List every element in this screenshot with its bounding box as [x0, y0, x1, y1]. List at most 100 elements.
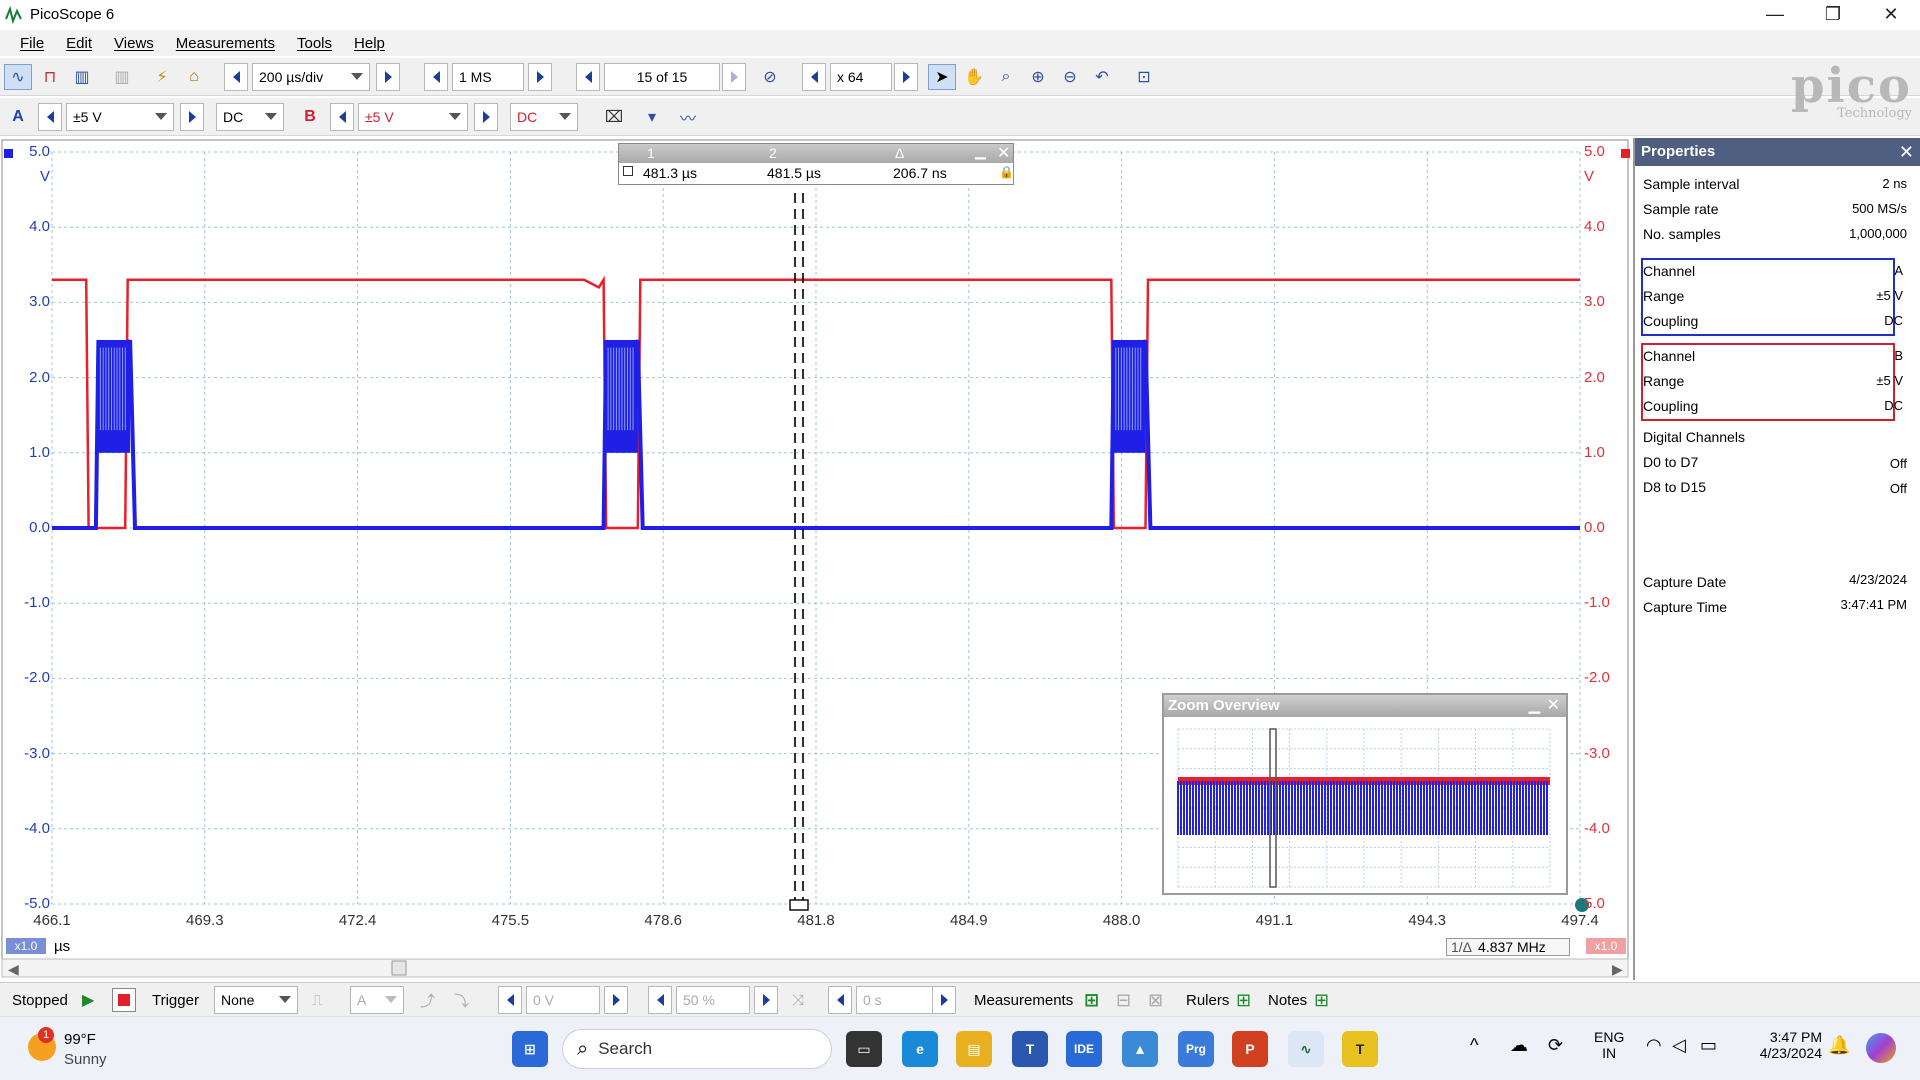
menu-views[interactable]: Views	[114, 35, 154, 52]
rising-edge-icon[interactable]: ⤴	[420, 983, 435, 1017]
trigger-mode-select[interactable]: None	[214, 986, 298, 1014]
clock[interactable]: 3:47 PM 4/23/2024	[1742, 1029, 1822, 1061]
edit-measurement-icon[interactable]: ⊟	[1116, 983, 1131, 1017]
restore-button[interactable]: ❐	[1804, 0, 1862, 29]
horizontal-scrollbar[interactable]	[1, 958, 1629, 978]
trigger-edge-icon[interactable]: ⎍	[312, 983, 323, 1017]
channel-a-coupling-select[interactable]: DC	[216, 103, 284, 131]
channel-b-range-increase[interactable]	[474, 103, 498, 131]
channel-a-range-select[interactable]: ±5 V	[66, 103, 174, 131]
start-icon[interactable]: ▶	[82, 983, 94, 1017]
undo-zoom-icon[interactable]: ↶	[1088, 64, 1116, 90]
notification-bell-icon[interactable]: 🔔	[1828, 1035, 1850, 1056]
delete-measurement-icon[interactable]: ⊠	[1148, 983, 1163, 1017]
powerpoint-icon[interactable]: P	[1232, 1031, 1268, 1067]
start-menu-icon[interactable]: ⊞	[512, 1031, 548, 1067]
wifi-icon[interactable]: ◠	[1646, 1035, 1662, 1056]
delay-field[interactable]: 0 s	[856, 986, 940, 1014]
zoom-fit-icon[interactable]: ⊡	[1130, 64, 1158, 90]
scope-mode-icon[interactable]: ∿	[4, 64, 32, 90]
trigger-level-field[interactable]: 0 V	[526, 986, 600, 1014]
stop-icon[interactable]	[112, 988, 136, 1012]
zoom-out-icon[interactable]: ⊖	[1056, 64, 1084, 90]
zoom-decrease-button[interactable]	[802, 63, 826, 91]
cloud-icon[interactable]: ☁	[1510, 1035, 1528, 1056]
right-scale-badge[interactable]: x1.0	[1586, 938, 1626, 954]
channel-b-range-decrease[interactable]	[330, 103, 354, 131]
delay-increase[interactable]	[932, 986, 956, 1014]
menu-edit[interactable]: Edit	[66, 35, 92, 52]
taskbar-search[interactable]: ⌕ Search	[562, 1029, 832, 1069]
samples-increase-button[interactable]	[528, 63, 552, 91]
language-indicator[interactable]: ENG IN	[1594, 1029, 1624, 1061]
photos-icon[interactable]: ▲	[1122, 1031, 1158, 1067]
buffer-navigator[interactable]: 15 of 15	[604, 63, 720, 91]
pretrigger-decrease[interactable]	[648, 986, 672, 1014]
menu-measurements[interactable]: Measurements	[176, 35, 275, 52]
ruler-legend-minimize-icon[interactable]: ▁	[975, 143, 986, 160]
pretrigger-increase[interactable]	[754, 986, 778, 1014]
ruler-handle[interactable]	[789, 899, 809, 911]
properties-close-icon[interactable]: ✕	[1899, 138, 1914, 166]
timebase-select[interactable]: 200 µs/div	[252, 63, 370, 91]
scroll-right-arrow-icon[interactable]: ▶	[1612, 961, 1623, 977]
zoom-overview-thumbnail[interactable]	[1164, 717, 1566, 893]
math-channel-icon[interactable]: ⌧	[594, 104, 634, 130]
scroll-left-arrow-icon[interactable]: ◀	[8, 961, 19, 977]
picoscope-taskbar-icon[interactable]: ∿	[1288, 1031, 1324, 1067]
edge-browser-icon[interactable]: e	[902, 1031, 938, 1067]
trigger-delay-icon[interactable]: ⤨	[792, 983, 804, 1017]
channel-b-coupling-select[interactable]: DC	[510, 103, 578, 131]
zoom-overview-close-icon[interactable]: ✕	[1547, 695, 1560, 717]
home-icon[interactable]: ⌂	[180, 64, 208, 90]
prg-app-icon[interactable]: Prg	[1178, 1031, 1214, 1067]
probe-icon[interactable]: ⚡	[148, 64, 176, 90]
serial-decode-icon[interactable]: ▥	[108, 64, 136, 90]
menu-help[interactable]: Help	[354, 35, 385, 52]
buffer-prev-button[interactable]	[576, 63, 600, 91]
channel-a-range-increase[interactable]	[180, 103, 204, 131]
falling-edge-icon[interactable]: ⤵	[454, 983, 469, 1017]
pretrigger-field[interactable]: 50 %	[676, 986, 750, 1014]
signal-generator-icon[interactable]: 〰	[674, 104, 702, 130]
buffer-overview-icon[interactable]: ⊘	[756, 64, 784, 90]
ruler-legend-close-icon[interactable]: ✕	[997, 143, 1010, 163]
trigger-level-increase[interactable]	[604, 986, 628, 1014]
close-window-button[interactable]: ✕	[1862, 0, 1920, 29]
x-scale-badge[interactable]: x1.0	[6, 938, 46, 954]
notes-icon[interactable]: ⊞	[1314, 983, 1329, 1017]
tray-expand-icon[interactable]: ^	[1470, 1035, 1478, 1056]
minimize-button[interactable]: —	[1746, 0, 1804, 29]
hand-tool-icon[interactable]: ✋	[960, 64, 988, 90]
zoom-increase-button[interactable]	[894, 63, 918, 91]
teams-icon[interactable]: T	[1012, 1031, 1048, 1067]
zoom-factor[interactable]: x 64	[830, 63, 892, 91]
text-app-icon[interactable]: T	[1342, 1031, 1378, 1067]
zoom-region-icon[interactable]: ⌕	[992, 64, 1020, 90]
zoom-overview-minimize-icon[interactable]: ▁	[1528, 695, 1540, 717]
persistence-mode-icon[interactable]: ⊓	[36, 64, 64, 90]
zoom-in-icon[interactable]: ⊕	[1024, 64, 1052, 90]
channel-b-options-button[interactable]: B	[296, 104, 324, 130]
ruler-lock-icon[interactable]: 🔒	[999, 165, 1014, 179]
delay-decrease[interactable]	[828, 986, 852, 1014]
channel-a-range-decrease[interactable]	[38, 103, 62, 131]
channel-a-options-button[interactable]: A	[4, 104, 32, 130]
scroll-thumb[interactable]	[391, 960, 407, 976]
ruler-row-checkbox[interactable]	[623, 166, 633, 176]
volume-icon[interactable]: ◁	[1672, 1035, 1686, 1056]
battery-icon[interactable]: ▭	[1700, 1035, 1717, 1056]
spectrum-mode-icon[interactable]: ▥	[68, 64, 96, 90]
buffer-next-button[interactable]	[722, 63, 746, 91]
trigger-level-decrease[interactable]	[498, 986, 522, 1014]
zoom-overview-panel[interactable]: Zoom Overview ▁ ✕	[1162, 693, 1568, 895]
samples-decrease-button[interactable]	[424, 63, 448, 91]
math-dropdown-icon[interactable]: ▾	[640, 104, 664, 130]
menu-file[interactable]: File	[20, 35, 44, 52]
channel-b-range-select[interactable]: ±5 V	[358, 103, 468, 131]
ide-app-icon[interactable]: IDE	[1066, 1031, 1102, 1067]
rulers-icon[interactable]: ⊞	[1236, 983, 1251, 1017]
menu-tools[interactable]: Tools	[297, 35, 332, 52]
samples-select[interactable]: 1 MS	[452, 63, 524, 91]
timebase-decrease-button[interactable]	[224, 63, 248, 91]
